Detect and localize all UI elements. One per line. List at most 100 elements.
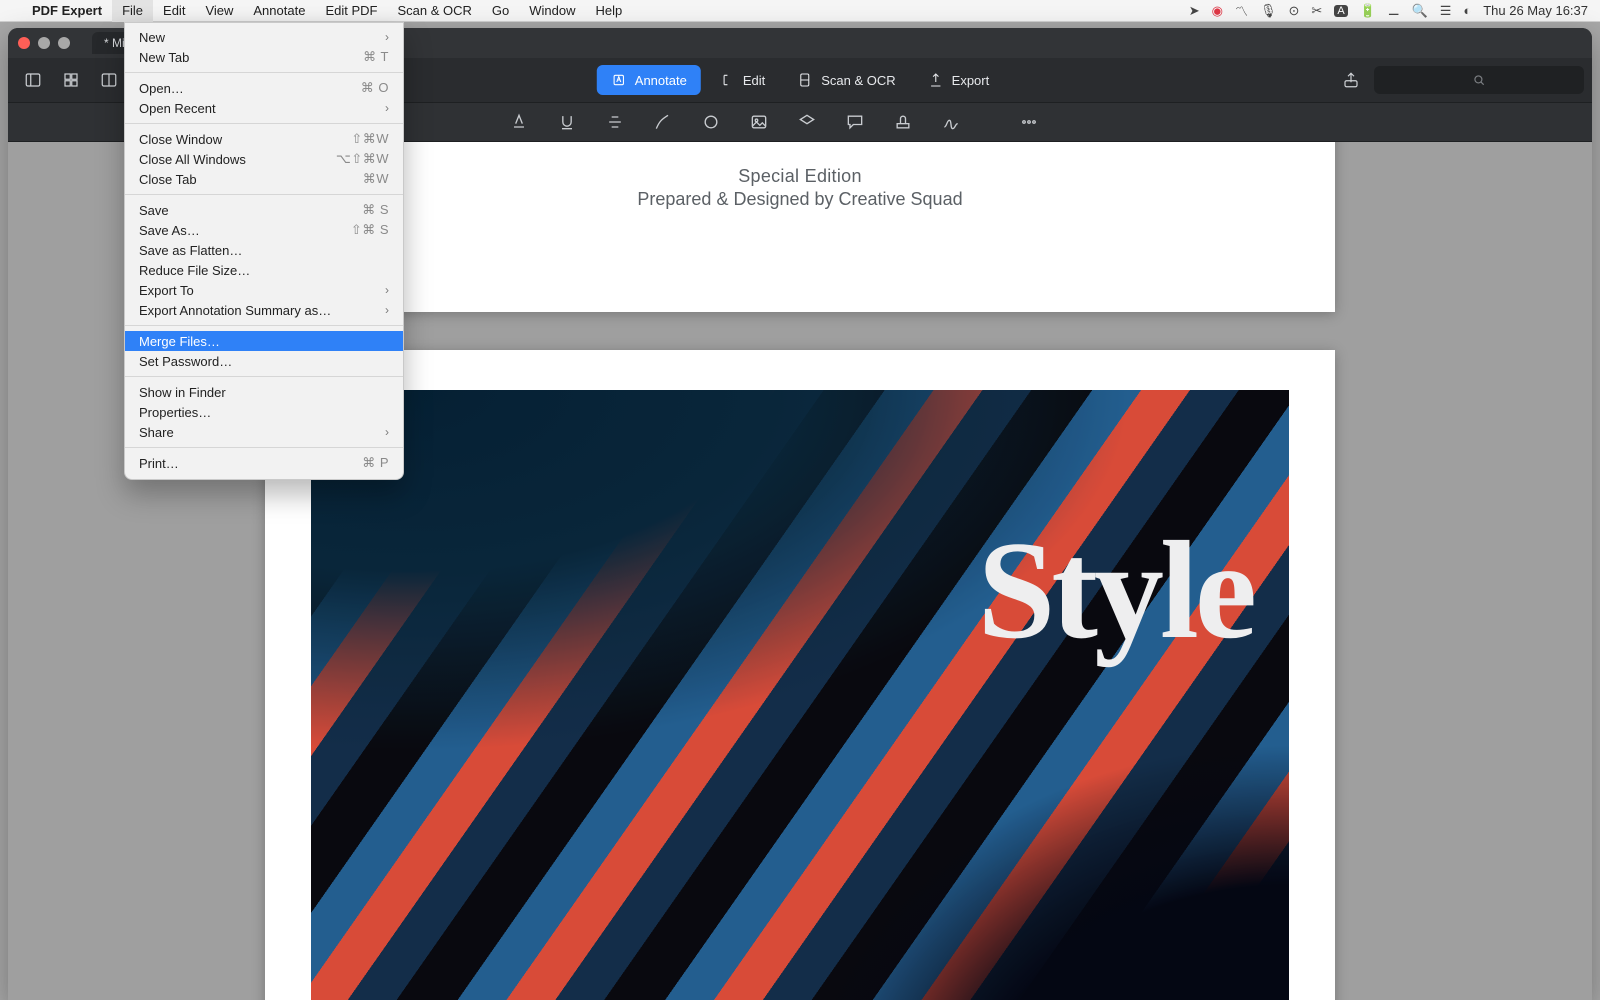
- menu-separator: [125, 447, 403, 448]
- battery-icon[interactable]: 🔋: [1360, 3, 1376, 19]
- thumbnails-icon[interactable]: [58, 67, 84, 93]
- menu-item-label: Save as Flatten…: [139, 243, 389, 258]
- menu-item-shortcut: ⌘ S: [362, 202, 389, 218]
- wifi-icon[interactable]: ⚊: [1388, 3, 1400, 19]
- app-name[interactable]: PDF Expert: [22, 3, 112, 18]
- record-dot-icon[interactable]: ⊙: [1289, 3, 1300, 19]
- menu-item-label: Print…: [139, 456, 362, 471]
- menubar-annotate[interactable]: Annotate: [243, 0, 315, 22]
- mode-annotate-label: Annotate: [635, 73, 687, 88]
- file-menu-item[interactable]: Properties…: [125, 402, 403, 422]
- more-tools-icon[interactable]: [1018, 111, 1040, 133]
- menu-item-label: Export To: [139, 283, 385, 298]
- stamp-icon[interactable]: [892, 111, 914, 133]
- file-menu-item[interactable]: Close Tab⌘W: [125, 169, 403, 189]
- menubar-file[interactable]: File: [112, 0, 153, 22]
- sidebar-toggle-icon[interactable]: [20, 67, 46, 93]
- file-menu-item[interactable]: Close Window⇧⌘W: [125, 129, 403, 149]
- mic-icon[interactable]: 🎙: [1260, 3, 1277, 19]
- file-menu-item[interactable]: Export To›: [125, 280, 403, 300]
- scissors-icon[interactable]: ✂: [1311, 3, 1322, 19]
- menubar-scan-ocr[interactable]: Scan & OCR: [387, 0, 481, 22]
- doc-heading-line1: Special Edition: [265, 166, 1335, 187]
- file-menu-item[interactable]: Save⌘ S: [125, 200, 403, 220]
- file-menu-item[interactable]: Close All Windows⌥⇧⌘W: [125, 149, 403, 169]
- creative-icon[interactable]: 〽: [1235, 1, 1248, 20]
- file-menu-item[interactable]: Save as Flatten…: [125, 240, 403, 260]
- chevron-right-icon: ›: [385, 101, 389, 115]
- menu-item-label: Export Annotation Summary as…: [139, 303, 385, 318]
- file-menu-item[interactable]: Merge Files…: [125, 331, 403, 351]
- menubar-window[interactable]: Window: [519, 0, 585, 22]
- menubar-view[interactable]: View: [195, 0, 243, 22]
- location-icon[interactable]: ➤: [1189, 3, 1200, 19]
- menu-item-label: New: [139, 30, 385, 45]
- app-a-icon[interactable]: A: [1334, 5, 1347, 17]
- record-icon[interactable]: ◉: [1212, 3, 1223, 19]
- menu-item-shortcut: ⌘W: [363, 171, 389, 187]
- menu-item-label: Reduce File Size…: [139, 263, 389, 278]
- mode-edit-label: Edit: [743, 73, 765, 88]
- cover-title: Style: [977, 510, 1253, 671]
- file-menu-item[interactable]: Export Annotation Summary as…›: [125, 300, 403, 320]
- mode-annotate-button[interactable]: Annotate: [597, 65, 701, 95]
- menu-item-shortcut: ⌘ T: [363, 49, 389, 65]
- menubar-help[interactable]: Help: [585, 0, 632, 22]
- file-menu-item[interactable]: Reduce File Size…: [125, 260, 403, 280]
- file-menu-item[interactable]: Print…⌘ P: [125, 453, 403, 473]
- pen-icon[interactable]: [652, 111, 674, 133]
- menu-item-label: New Tab: [139, 50, 363, 65]
- file-menu-item[interactable]: Save As…⇧⌘ S: [125, 220, 403, 240]
- menu-item-label: Save: [139, 203, 362, 218]
- window-close-button[interactable]: [18, 37, 30, 49]
- menu-item-label: Show in Finder: [139, 385, 389, 400]
- file-menu-item[interactable]: New Tab⌘ T: [125, 47, 403, 67]
- strike-icon[interactable]: [604, 111, 626, 133]
- siri-icon[interactable]: ◐: [1463, 3, 1471, 18]
- menu-item-shortcut: ⇧⌘W: [351, 131, 389, 147]
- menu-separator: [125, 376, 403, 377]
- mode-edit-button[interactable]: Edit: [705, 65, 779, 95]
- file-menu-item[interactable]: Open…⌘ O: [125, 78, 403, 98]
- underline-icon[interactable]: [556, 111, 578, 133]
- menubar-datetime[interactable]: Thu 26 May 16:37: [1483, 3, 1588, 18]
- menu-item-label: Save As…: [139, 223, 351, 238]
- pdf-page-2: Style: [265, 350, 1335, 1000]
- mode-export-label: Export: [952, 73, 990, 88]
- split-view-icon[interactable]: [96, 67, 122, 93]
- search-input[interactable]: [1374, 66, 1584, 94]
- menubar-go[interactable]: Go: [482, 0, 519, 22]
- menu-item-label: Close Tab: [139, 172, 363, 187]
- menu-item-shortcut: ⌘ P: [362, 455, 389, 471]
- file-menu-item[interactable]: New›: [125, 27, 403, 47]
- mode-scan-button[interactable]: Scan & OCR: [783, 65, 909, 95]
- window-minimize-button[interactable]: [38, 37, 50, 49]
- menu-item-label: Close Window: [139, 132, 351, 147]
- spotlight-icon[interactable]: 🔍: [1412, 3, 1428, 19]
- menu-item-label: Close All Windows: [139, 152, 336, 167]
- highlight-icon[interactable]: [508, 111, 530, 133]
- menu-item-label: Open…: [139, 81, 361, 96]
- window-traffic-lights: [18, 37, 70, 49]
- signature-icon[interactable]: [940, 111, 962, 133]
- chevron-right-icon: ›: [385, 303, 389, 317]
- image-icon[interactable]: [748, 111, 770, 133]
- menu-item-label: Set Password…: [139, 354, 389, 369]
- menubar-edit[interactable]: Edit: [153, 0, 195, 22]
- share-icon[interactable]: [1338, 67, 1364, 93]
- menubar-edit-pdf[interactable]: Edit PDF: [315, 0, 387, 22]
- window-zoom-button[interactable]: [58, 37, 70, 49]
- note-icon[interactable]: [796, 111, 818, 133]
- file-menu-item[interactable]: Share›: [125, 422, 403, 442]
- comment-icon[interactable]: [844, 111, 866, 133]
- mode-scan-label: Scan & OCR: [821, 73, 895, 88]
- menu-separator: [125, 123, 403, 124]
- shape-icon[interactable]: [700, 111, 722, 133]
- control-center-icon[interactable]: ☰: [1440, 3, 1452, 19]
- menu-item-label: Properties…: [139, 405, 389, 420]
- file-menu-item[interactable]: Show in Finder: [125, 382, 403, 402]
- doc-heading-line2: Prepared & Designed by Creative Squad: [265, 189, 1335, 210]
- file-menu-item[interactable]: Set Password…: [125, 351, 403, 371]
- file-menu-item[interactable]: Open Recent›: [125, 98, 403, 118]
- mode-export-button[interactable]: Export: [914, 65, 1004, 95]
